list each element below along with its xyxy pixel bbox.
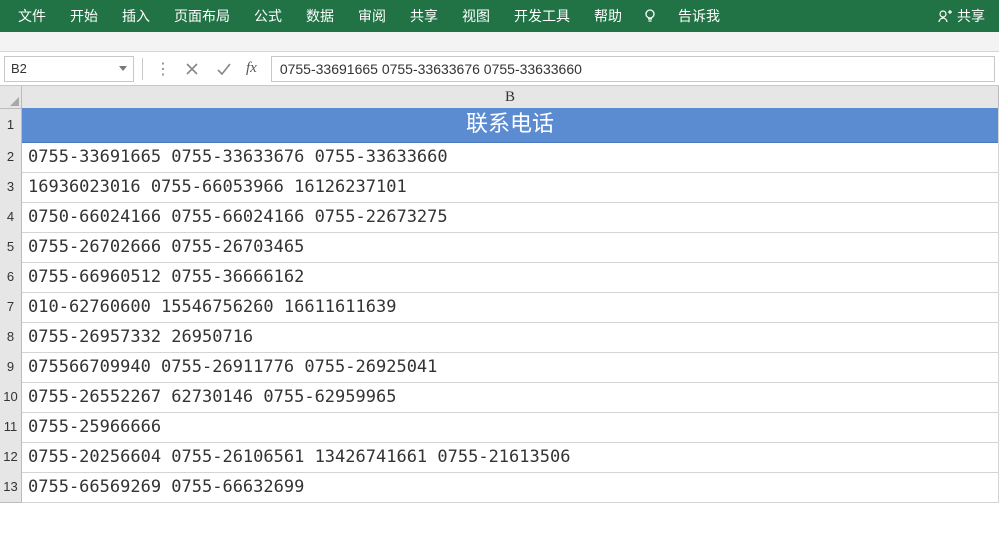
ribbon-menu: 文件开始插入页面布局公式数据审阅共享视图开发工具帮助告诉我共享 (0, 0, 999, 32)
cancel-button[interactable] (176, 56, 208, 82)
data-cell[interactable]: 0755-33691665 0755-33633676 0755-3363366… (22, 142, 999, 173)
ribbon-tab[interactable]: 插入 (110, 0, 162, 32)
ribbon-tab[interactable]: 开始 (58, 0, 110, 32)
lightbulb-icon (640, 6, 660, 26)
quick-access-strip (0, 32, 999, 52)
tell-me-search[interactable]: 告诉我 (666, 0, 732, 32)
ribbon-tab[interactable]: 页面布局 (162, 0, 242, 32)
table-row: 9075566709940 0755-26911776 0755-2692504… (0, 352, 999, 382)
row-header[interactable]: 1 (0, 108, 22, 143)
table-row: 80755-26957332 26950716 (0, 322, 999, 352)
row-header[interactable]: 10 (0, 382, 22, 413)
table-row: 50755-26702666 0755-26703465 (0, 232, 999, 262)
data-cell[interactable]: 0755-20256604 0755-26106561 13426741661 … (22, 442, 999, 473)
ribbon-tab[interactable]: 公式 (242, 0, 294, 32)
column-headers: B (0, 86, 999, 108)
data-cell[interactable]: 0755-26702666 0755-26703465 (22, 232, 999, 263)
header-cell[interactable]: 联系电话 (22, 108, 999, 143)
data-cell[interactable]: 0750-66024166 0755-66024166 0755-2267327… (22, 202, 999, 233)
sheet-rows: 1联系电话20755-33691665 0755-33633676 0755-3… (0, 108, 999, 502)
data-cell[interactable]: 0755-66569269 0755-66632699 (22, 472, 999, 503)
data-cell[interactable]: 010-62760600 15546756260 16611611639 (22, 292, 999, 323)
enter-button[interactable] (208, 56, 240, 82)
select-all-corner[interactable] (0, 86, 22, 109)
row-header[interactable]: 2 (0, 142, 22, 173)
chevron-down-icon (119, 66, 127, 71)
formula-text: 0755-33691665 0755-33633676 0755-3363366… (280, 61, 582, 77)
data-cell[interactable]: 0755-26957332 26950716 (22, 322, 999, 353)
table-row: 110755-25966666 (0, 412, 999, 442)
name-box[interactable]: B2 (4, 56, 134, 82)
row-header[interactable]: 11 (0, 412, 22, 443)
formula-bar: B2 ⋮ fx 0755-33691665 0755-33633676 0755… (0, 52, 999, 86)
table-row: 120755-20256604 0755-26106561 1342674166… (0, 442, 999, 472)
fx-button[interactable]: fx (240, 60, 263, 77)
row-header[interactable]: 4 (0, 202, 22, 233)
table-row: 100755-26552267 62730146 0755-62959965 (0, 382, 999, 412)
ribbon-tab[interactable]: 审阅 (346, 0, 398, 32)
dots-icon: ⋮ (151, 59, 176, 79)
ribbon-tab[interactable]: 视图 (450, 0, 502, 32)
row-header[interactable]: 12 (0, 442, 22, 473)
separator (142, 58, 143, 80)
data-cell[interactable]: 0755-25966666 (22, 412, 999, 443)
data-cell[interactable]: 075566709940 0755-26911776 0755-26925041 (22, 352, 999, 383)
name-box-value: B2 (11, 61, 27, 76)
row-header[interactable]: 3 (0, 172, 22, 203)
table-row: 7010-62760600 15546756260 16611611639 (0, 292, 999, 322)
table-row: 40750-66024166 0755-66024166 0755-226732… (0, 202, 999, 232)
row-header[interactable]: 5 (0, 232, 22, 263)
row-header[interactable]: 7 (0, 292, 22, 323)
table-row: 60755-66960512 0755-36666162 (0, 262, 999, 292)
data-cell[interactable]: 0755-26552267 62730146 0755-62959965 (22, 382, 999, 413)
share-button[interactable]: 共享 (929, 0, 993, 32)
column-header-b[interactable]: B (22, 86, 999, 109)
table-row: 1联系电话 (0, 108, 999, 142)
table-row: 20755-33691665 0755-33633676 0755-336336… (0, 142, 999, 172)
share-label: 共享 (957, 6, 985, 26)
ribbon-tab[interactable]: 帮助 (582, 0, 634, 32)
ribbon-tab[interactable]: 文件 (6, 0, 58, 32)
row-header[interactable]: 9 (0, 352, 22, 383)
table-row: 130755-66569269 0755-66632699 (0, 472, 999, 502)
row-header[interactable]: 8 (0, 322, 22, 353)
ribbon-tab[interactable]: 共享 (398, 0, 450, 32)
table-row: 316936023016 0755-66053966 16126237101 (0, 172, 999, 202)
row-header[interactable]: 6 (0, 262, 22, 293)
data-cell[interactable]: 16936023016 0755-66053966 16126237101 (22, 172, 999, 203)
data-cell[interactable]: 0755-66960512 0755-36666162 (22, 262, 999, 293)
ribbon-tab[interactable]: 数据 (294, 0, 346, 32)
formula-input[interactable]: 0755-33691665 0755-33633676 0755-3363366… (271, 56, 995, 82)
row-header[interactable]: 13 (0, 472, 22, 503)
ribbon-tab[interactable]: 开发工具 (502, 0, 582, 32)
